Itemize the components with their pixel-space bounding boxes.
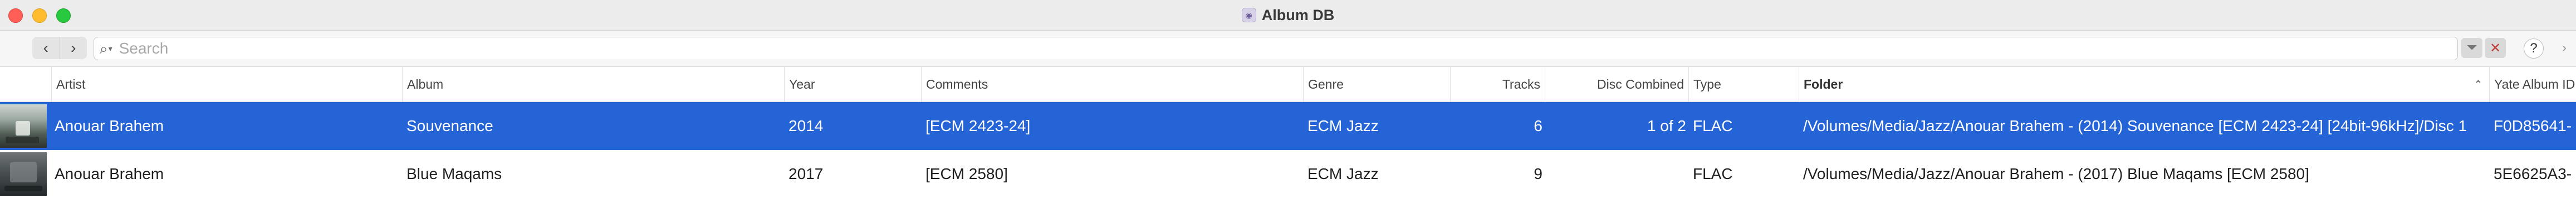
- artist-cell: Anouar Brahem: [55, 117, 164, 134]
- search-field[interactable]: ⌕ ▾: [94, 37, 2458, 60]
- disc-combined-cell: 1 of 2: [1647, 117, 1686, 134]
- window-title-group: ◉ Album DB: [0, 0, 2576, 30]
- help-icon: ?: [2530, 41, 2538, 56]
- search-icon[interactable]: ⌕: [100, 41, 108, 56]
- column-header-folder[interactable]: Folder ⌃: [1799, 67, 2489, 102]
- table-row[interactable]: Anouar Brahem Blue Maqams 2017 [ECM 2580…: [0, 150, 2576, 198]
- chevron-left-icon: ‹: [43, 39, 48, 56]
- clear-filter-button[interactable]: ✕: [2485, 38, 2506, 58]
- navigation-group: ‹ ›: [32, 37, 87, 59]
- clear-filter-icon: ✕: [2489, 40, 2501, 56]
- column-header-album[interactable]: Album: [402, 67, 784, 102]
- toolbar-overflow-button[interactable]: ›: [2554, 38, 2575, 58]
- type-cell: FLAC: [1693, 117, 1733, 134]
- album-artwork-thumbnail: [0, 152, 47, 196]
- filter-button[interactable]: ⏷: [2461, 38, 2482, 58]
- genre-cell: ECM Jazz: [1307, 165, 1379, 182]
- folder-cell: /Volumes/Media/Jazz/Anouar Brahem - (201…: [1803, 117, 2467, 134]
- table-row[interactable]: Anouar Brahem Souvenance 2014 [ECM 2423-…: [0, 102, 2576, 150]
- album-artwork-thumbnail: [0, 104, 47, 148]
- sort-ascending-icon: ⌃: [2474, 79, 2482, 90]
- folder-cell: /Volumes/Media/Jazz/Anouar Brahem - (201…: [1803, 165, 2309, 182]
- toolbar: ‹ › ⌕ ▾ ⏷ ✕ ? ›: [0, 31, 2576, 67]
- column-header-disc-combined[interactable]: Disc Combined: [1545, 67, 1688, 102]
- year-cell: 2014: [789, 117, 824, 134]
- column-header-artwork[interactable]: [0, 67, 51, 102]
- column-header-artist[interactable]: Artist: [51, 67, 402, 102]
- album-cell: Blue Maqams: [407, 165, 502, 182]
- column-header-comments[interactable]: Comments: [921, 67, 1303, 102]
- title-bar: ◉ Album DB: [0, 0, 2576, 31]
- tracks-cell: 6: [1534, 117, 1542, 134]
- help-button[interactable]: ?: [2524, 38, 2544, 59]
- column-header-type[interactable]: Type: [1688, 67, 1799, 102]
- year-cell: 2017: [789, 165, 824, 182]
- window-title: Album DB: [1261, 6, 1335, 23]
- column-header-genre[interactable]: Genre: [1303, 67, 1450, 102]
- genre-cell: ECM Jazz: [1307, 117, 1379, 134]
- artist-cell: Anouar Brahem: [55, 165, 164, 182]
- album-db-app-icon: ◉: [1241, 8, 1256, 22]
- type-cell: FLAC: [1693, 165, 1733, 182]
- search-input[interactable]: [117, 39, 2457, 58]
- column-header-year[interactable]: Year: [784, 67, 921, 102]
- yate-album-id-cell: 5E6625A3-: [2494, 165, 2572, 182]
- disc-combined-cell: [1545, 150, 1686, 198]
- chevron-right-icon: ›: [71, 39, 76, 56]
- chevron-down-icon[interactable]: ▾: [109, 44, 112, 54]
- chevron-right-icon: ›: [2562, 40, 2567, 55]
- forward-button[interactable]: ›: [59, 37, 87, 59]
- tracks-cell: 9: [1534, 165, 1542, 182]
- column-header-yate-album-id[interactable]: Yate Album ID: [2489, 67, 2576, 102]
- yate-album-id-cell: F0D85641-: [2494, 117, 2572, 134]
- album-cell: Souvenance: [407, 117, 493, 134]
- comments-cell: [ECM 2423-24]: [925, 117, 1031, 134]
- column-header-folder-label: Folder: [1804, 77, 1843, 91]
- back-button[interactable]: ‹: [32, 37, 60, 59]
- filter-icon: ⏷: [2466, 40, 2477, 55]
- column-header-tracks[interactable]: Tracks: [1450, 67, 1545, 102]
- comments-cell: [ECM 2580]: [925, 165, 1008, 182]
- table-header: Artist Album Year Comments Genre Tracks …: [0, 67, 2576, 102]
